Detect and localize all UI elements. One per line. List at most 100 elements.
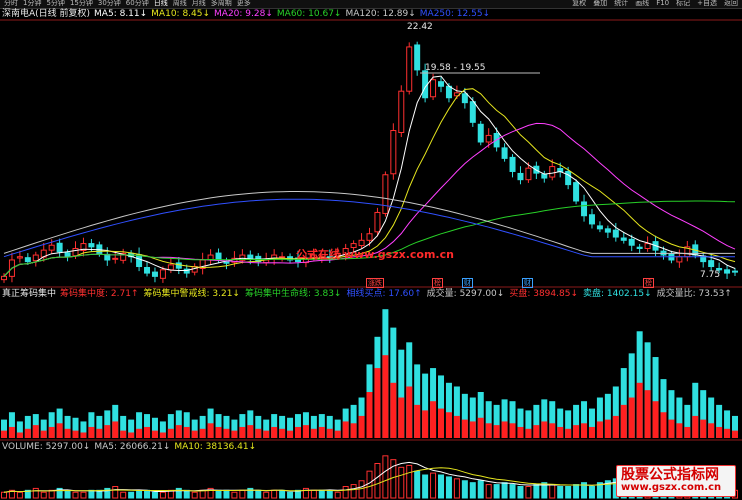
candle	[565, 170, 572, 186]
buy-bar	[581, 423, 588, 438]
buy-bar	[247, 425, 254, 438]
volume-bar	[469, 482, 476, 499]
candle	[596, 225, 603, 230]
volume-bar	[318, 489, 325, 499]
buy-bar	[96, 428, 103, 438]
buy-bar	[120, 430, 127, 438]
volume-bar	[287, 491, 294, 499]
buy-bar	[445, 412, 452, 438]
buy-bar	[88, 426, 95, 438]
buy-bar	[453, 415, 460, 438]
volume-bar	[557, 486, 564, 499]
volume-bar	[398, 466, 405, 499]
buy-bar	[72, 430, 79, 438]
volume-bar	[573, 484, 580, 499]
candle	[279, 256, 286, 259]
volume-legend-item: MA10: 38136.41↓	[174, 442, 257, 452]
buy-bar	[40, 430, 47, 438]
volume-bar	[128, 491, 135, 499]
buy-bar	[167, 428, 174, 438]
buy-bar	[469, 421, 476, 438]
volume-bar	[326, 489, 333, 499]
buy-bar	[191, 430, 198, 438]
buy-bar	[557, 426, 564, 438]
buy-bar	[398, 397, 405, 438]
buy-bar	[80, 432, 87, 438]
buy-bar	[676, 423, 683, 438]
buy-bar	[461, 419, 468, 438]
event-mark[interactable]: 榜	[643, 278, 654, 288]
volume-bar	[358, 480, 365, 499]
buy-bar	[239, 426, 246, 438]
candle	[72, 248, 79, 257]
buy-bar	[533, 425, 540, 438]
indicator-legend-item: 成交量: 5297.00↓	[426, 289, 505, 299]
buy-bar	[724, 428, 731, 438]
candle	[485, 134, 492, 143]
candle	[167, 264, 174, 271]
indicator-legend-item: 成交量比: 73.53↑	[656, 289, 732, 299]
event-mark[interactable]: 财	[462, 278, 473, 288]
low-label: 7.75	[700, 270, 721, 280]
candle	[469, 101, 476, 123]
buy-bar	[636, 382, 643, 438]
buy-bar	[684, 426, 691, 438]
buy-bar	[366, 392, 373, 438]
buy-bar	[32, 425, 39, 438]
candle	[612, 229, 619, 238]
candle	[628, 238, 635, 246]
volume-bar	[80, 491, 87, 499]
candle	[151, 271, 158, 277]
candle	[541, 173, 548, 179]
buy-bar	[438, 408, 445, 438]
indicator-legend: 真正筹码集中 筹码集中度: 2.71↑ 筹码集中警戒线: 3.21↓ 筹码集中生命线…	[2, 289, 732, 300]
buy-bar	[128, 432, 135, 438]
event-mark[interactable]: 榜	[432, 278, 443, 288]
volume-bar	[477, 480, 484, 499]
buy-bar	[668, 419, 675, 438]
volume-bar	[279, 489, 286, 499]
candle	[732, 270, 738, 273]
volume-bar	[239, 489, 246, 499]
candle	[573, 182, 580, 202]
candle	[390, 130, 397, 175]
buy-bar	[493, 425, 500, 438]
buy-bar	[588, 426, 595, 438]
buy-bar	[24, 428, 31, 438]
volume-bar	[366, 470, 373, 499]
buy-bar	[326, 428, 333, 438]
candle	[96, 244, 103, 254]
event-mark[interactable]: 财	[522, 278, 533, 288]
volume-bar	[334, 491, 341, 499]
buy-bar	[549, 423, 556, 438]
candle	[438, 81, 445, 87]
buy-bar	[342, 421, 349, 438]
volume-bar	[191, 491, 198, 499]
volume-bar	[374, 463, 381, 499]
buy-bar	[279, 428, 286, 438]
volume-bar	[255, 489, 262, 499]
volume-bar	[533, 484, 540, 499]
candle	[56, 242, 63, 253]
buy-bar	[517, 426, 524, 438]
indicator-legend-item: 相线买点: 17.60↑	[346, 289, 422, 299]
candle	[64, 252, 71, 258]
buy-bar	[485, 423, 492, 438]
buy-bar	[716, 426, 723, 438]
volume-bar	[382, 455, 389, 499]
buy-bar	[318, 426, 325, 438]
buy-bar	[302, 425, 309, 438]
candle	[144, 267, 151, 274]
event-mark[interactable]: 涨跌	[366, 278, 384, 288]
buy-bar	[104, 425, 111, 438]
buy-bar	[144, 426, 151, 438]
volume-bar	[159, 491, 166, 499]
candle	[374, 211, 381, 233]
candle	[549, 166, 556, 178]
buy-bar	[112, 421, 119, 438]
buy-bar	[700, 419, 707, 438]
candle	[604, 228, 611, 233]
volume-bar	[231, 491, 238, 499]
buy-bar	[382, 355, 389, 438]
volume-bar	[525, 486, 532, 499]
